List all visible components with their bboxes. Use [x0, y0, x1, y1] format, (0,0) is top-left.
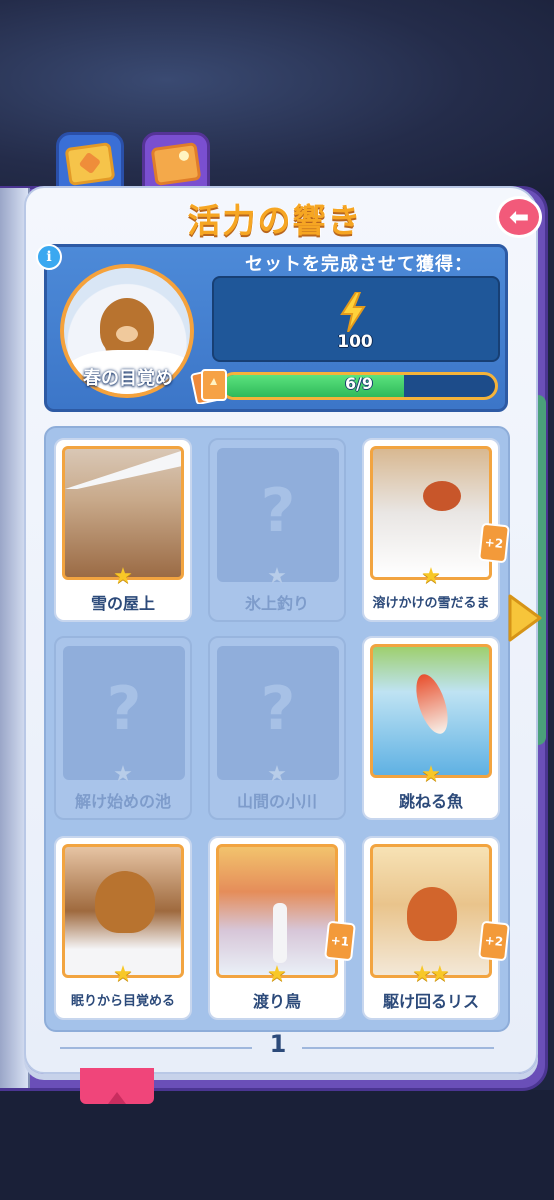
star-rating-icon: ★ [267, 762, 287, 787]
reward-label: セットを完成させて獲得： [245, 254, 473, 275]
scene-subject [273, 903, 287, 963]
groundhog-awakening-image [62, 844, 184, 978]
question-mark-icon: ? [260, 674, 296, 744]
album-card[interactable]: ? ★ 解け始めの池 [54, 636, 192, 820]
duplicate-count-badge: +2 [478, 522, 510, 564]
pagination-line-right [302, 1047, 494, 1049]
card-name: 解け始めの池 [74, 792, 171, 811]
lightning-bolt-icon [340, 292, 366, 332]
star-rating-icon: ★★ [412, 962, 449, 987]
question-mark-icon: ? [106, 674, 142, 744]
card-name: 跳ねる魚 [398, 792, 463, 811]
album-card[interactable]: ★★ 駆け回るリス +2 [362, 836, 510, 1020]
album-card[interactable]: ★ 雪の屋上 [54, 438, 192, 622]
jumping-fish-image [370, 644, 492, 778]
background-bottom [0, 1090, 554, 1200]
scene-subject [95, 871, 155, 933]
star-rating-icon: ★ [113, 962, 133, 987]
info-icon[interactable]: i [36, 244, 62, 270]
card-name: 渡り鳥 [252, 992, 301, 1011]
migratory-birds-image [216, 844, 338, 978]
star-rating-icon: ★ [267, 564, 287, 589]
scene-subject [407, 887, 457, 941]
scene-subject [410, 670, 454, 738]
question-mark-icon: ? [260, 476, 296, 546]
locked-card-art: ? [217, 646, 339, 780]
album-card[interactable]: ? ★ 山間の小川 [208, 636, 346, 820]
album-card[interactable]: ★ 渡り鳥 +1 [208, 836, 356, 1020]
star-rating-icon: ★ [267, 962, 287, 987]
reward-value: 100 [337, 332, 373, 352]
album-card[interactable]: ★ 溶けかけの雪だるま +2 [362, 438, 510, 622]
progress-text: 6/9 [344, 374, 374, 393]
red-panda-snowman-image [370, 446, 492, 580]
locked-card-art: ? [217, 448, 339, 582]
running-squirrel-image [370, 844, 492, 978]
page-number: 1 [269, 1030, 287, 1058]
card-name: 溶けかけの雪だるま [372, 596, 490, 611]
card-name: 氷上釣り [244, 594, 309, 613]
album-card[interactable]: ★ 眠りから目覚める [54, 836, 192, 1020]
album-card[interactable]: ★ 跳ねる魚 [362, 636, 500, 820]
arrow-left-icon: ⬅ [508, 203, 530, 231]
cards-tab-icon [64, 141, 116, 187]
locked-card-art: ? [63, 646, 185, 780]
star-rating-icon: ★ [421, 762, 441, 787]
duplicate-count-badge: +2 [478, 920, 510, 962]
scene-subject [65, 449, 181, 489]
bookmark-ribbon [80, 1068, 154, 1104]
card-name: 眠りから目覚める [70, 994, 175, 1009]
page-title: 活力の響き [187, 201, 363, 240]
album-card[interactable]: ? ★ 氷上釣り [208, 438, 346, 622]
card-name: 山間の小川 [236, 792, 317, 811]
pagination-line-left [60, 1047, 252, 1049]
star-rating-icon: ★ [113, 564, 133, 589]
back-button[interactable]: ⬅ [496, 196, 542, 238]
card-name: 駆け回るリス [382, 992, 479, 1011]
star-rating-icon: ★ [113, 762, 133, 787]
scene-subject [423, 481, 461, 511]
card-name: 雪の屋上 [90, 594, 155, 613]
snowy-roof-image [62, 446, 184, 580]
duplicate-count-badge: +1 [324, 920, 356, 962]
album-name: 春の目覚め [83, 368, 173, 389]
groundhog-image [100, 298, 154, 356]
chevron-right-icon [508, 594, 542, 642]
star-rating-icon: ★ [421, 564, 441, 589]
next-page-button[interactable] [504, 592, 544, 644]
photos-tab-icon [150, 141, 202, 187]
